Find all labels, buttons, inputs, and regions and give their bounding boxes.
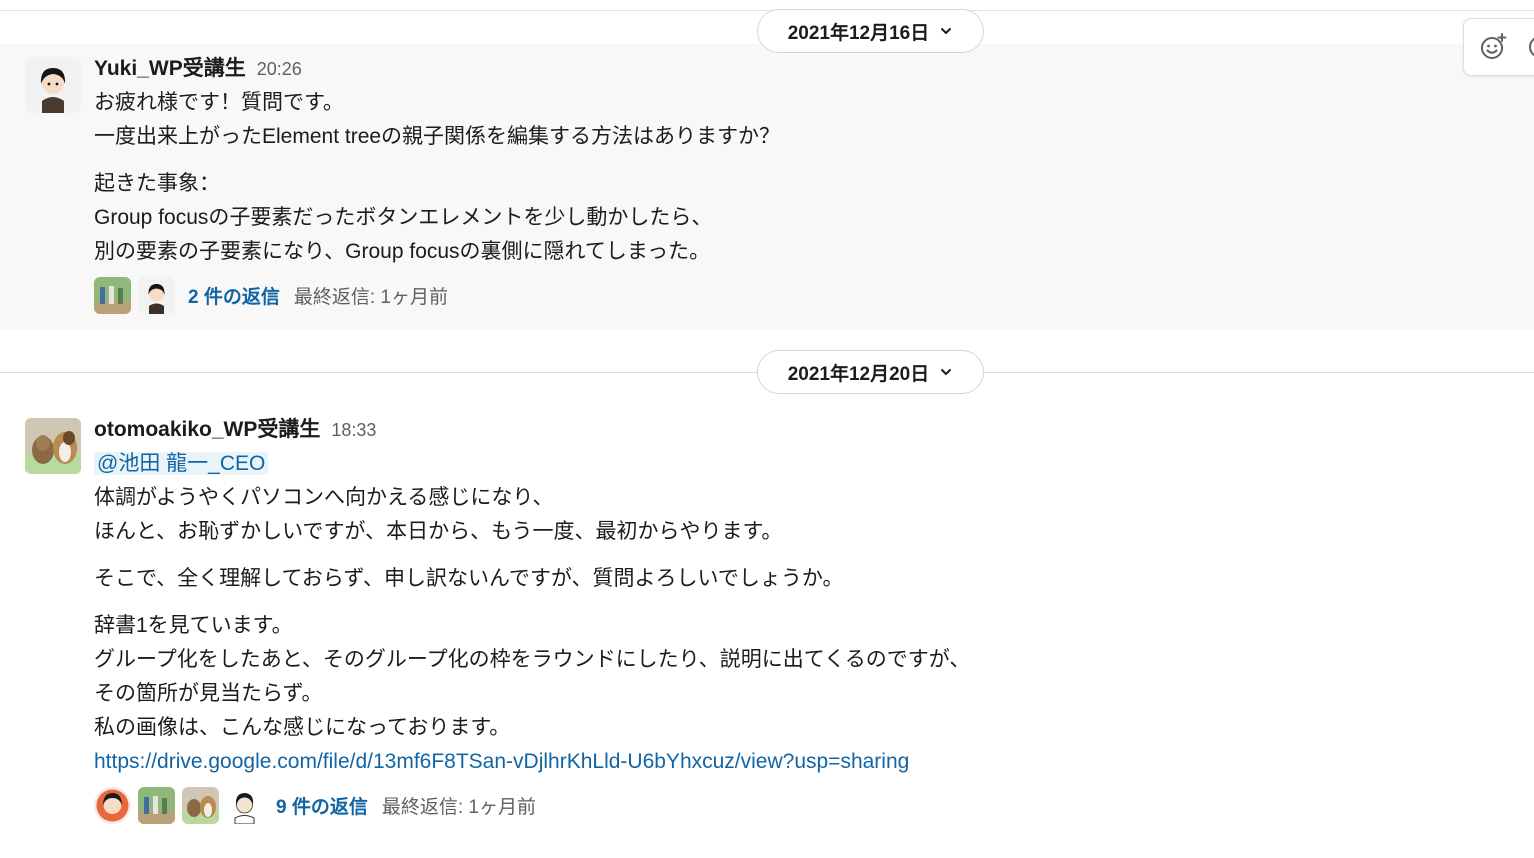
message-yuki[interactable]: Yuki_WP受講生 20:26 お疲れ様です！質問です。 一度出来上がったEl… <box>0 44 1534 329</box>
replier-avatar <box>94 276 131 314</box>
message-line: 一度出来上がったElement treeの親子関係を編集する方法はありますか？ <box>94 125 781 148</box>
timestamp[interactable]: 18:33 <box>331 420 376 441</box>
message-line: Group focusの子要素だったボタンエレメントを少し動かしたら、 <box>94 206 713 229</box>
date-label: 2021年12月16日 <box>787 22 930 44</box>
chevron-down-icon <box>941 28 952 34</box>
reply-count-link[interactable]: 2 件の返信 <box>188 282 280 309</box>
thread-summary[interactable]: 2 件の返信 最終返信: 1ヶ月前 <box>94 275 1494 315</box>
timestamp[interactable]: 20:26 <box>257 59 302 80</box>
replier-avatar <box>138 276 175 314</box>
message-otomoakiko[interactable]: otomoakiko_WP受講生 18:33 @池田 龍一_CEO 体調がようや… <box>0 405 1534 845</box>
message-line: 辞書1を見ています。 <box>94 614 293 637</box>
message-line: 起きた事象： <box>94 172 220 195</box>
drive-link[interactable]: https://drive.google.com/file/d/13mf6F8T… <box>94 750 909 773</box>
message-line: 私の画像は、こんな感じになっております。 <box>94 716 511 739</box>
avatar-otomoakiko[interactable] <box>25 418 81 474</box>
replier-avatar <box>182 786 219 824</box>
thread-summary[interactable]: 9 件の返信 最終返信: 1ヶ月前 <box>94 785 1494 825</box>
user-mention[interactable]: @池田 龍一_CEO <box>94 452 269 475</box>
message-line: お疲れ様です！質問です。 <box>94 91 344 114</box>
chevron-down-icon <box>941 369 952 375</box>
message-line: 体調がようやくパソコンへ向かえる感じになり、 <box>94 486 554 509</box>
message-actions-toolbar <box>1463 18 1534 76</box>
reply-icon[interactable] <box>1526 31 1534 63</box>
top-divider <box>0 10 1534 11</box>
replier-avatar <box>94 786 131 824</box>
message-line: その箇所が見当たらず。 <box>94 682 323 705</box>
author-name[interactable]: Yuki_WP受講生 <box>94 52 246 82</box>
add-reaction-icon[interactable] <box>1478 31 1510 63</box>
message-line: 別の要素の子要素になり、Group focusの裏側に隠れてしまった。 <box>94 240 711 263</box>
avatar-yuki[interactable] <box>25 57 81 113</box>
date-divider-button[interactable]: 2021年12月20日 <box>757 350 984 394</box>
reply-count-link[interactable]: 9 件の返信 <box>276 792 368 819</box>
replier-avatar <box>138 786 175 824</box>
message-line: そこで、全く理解しておらず、申し訳ないんですが、質問よろしいでしょうか。 <box>94 567 844 590</box>
message-line: ほんと、お恥ずかしいですが、本日から、もう一度、最初からやります。 <box>94 520 783 543</box>
last-reply-time: 最終返信: 1ヶ月前 <box>293 286 448 308</box>
author-name[interactable]: otomoakiko_WP受講生 <box>94 413 320 443</box>
last-reply-time: 最終返信: 1ヶ月前 <box>381 796 536 818</box>
replier-avatar <box>226 786 263 824</box>
date-divider-button[interactable]: 2021年12月16日 <box>757 9 984 53</box>
date-label: 2021年12月20日 <box>787 363 930 385</box>
message-line: グループ化をしたあと、そのグループ化の枠をラウンドにしたり、説明に出てくるのです… <box>94 648 971 671</box>
